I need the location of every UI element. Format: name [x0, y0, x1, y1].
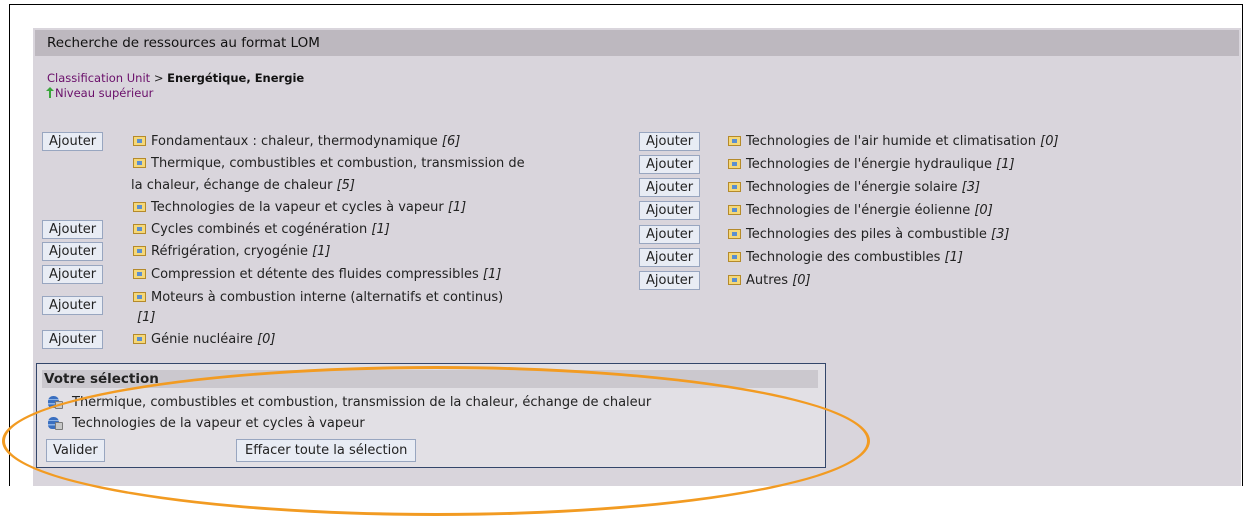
category-count: [1]	[482, 267, 502, 282]
category-compression[interactable]: Compression et détente des fluides compr…	[133, 264, 501, 285]
category-moteurs-count: [1]	[137, 307, 155, 328]
validate-button[interactable]: Valider	[46, 439, 105, 462]
category-label: Technologies des piles à combustible	[746, 227, 987, 242]
category-count: [3]	[991, 227, 1010, 242]
folder-icon	[728, 252, 741, 262]
category-label: Génie nucléaire	[151, 332, 253, 347]
category-count: [0]	[1040, 134, 1059, 149]
selection-box: Votre sélection Thermique, combustibles …	[36, 363, 826, 468]
category-count: [1]	[447, 200, 467, 215]
add-button-moteurs[interactable]: Ajouter	[42, 296, 104, 315]
category-count: [0]	[974, 203, 993, 218]
folder-icon	[728, 136, 741, 146]
category-label: Moteurs à combustion interne (alternatif…	[151, 290, 504, 305]
folder-icon	[133, 269, 146, 279]
category-label: Réfrigération, cryogénie	[151, 244, 308, 259]
up-arrow-icon	[46, 87, 54, 98]
category-refrigeration[interactable]: Réfrigération, cryogénie [1]	[133, 241, 331, 262]
resource-database-icon	[48, 417, 63, 430]
category-label: Technologies de la vapeur et cycles à va…	[151, 200, 444, 215]
breadcrumb-current: Energétique, Energie	[167, 71, 305, 85]
selection-item[interactable]: Technologies de la vapeur et cycles à va…	[48, 415, 365, 432]
folder-icon	[728, 205, 741, 215]
folder-icon	[133, 158, 146, 168]
selection-item[interactable]: Thermique, combustibles et combustion, t…	[48, 394, 651, 411]
folder-icon	[728, 275, 741, 285]
category-moteurs[interactable]: Moteurs à combustion interne (alternatif…	[133, 287, 503, 308]
add-button-cycles[interactable]: Ajouter	[42, 220, 104, 239]
add-button-autres[interactable]: Ajouter	[639, 271, 701, 290]
category-count: [1]	[944, 250, 963, 265]
folder-icon	[133, 202, 146, 212]
add-button-fondamentaux[interactable]: Ajouter	[42, 132, 104, 151]
category-vapeur[interactable]: Technologies de la vapeur et cycles à va…	[133, 197, 466, 218]
add-button-solaire[interactable]: Ajouter	[639, 178, 701, 197]
category-count: [1]	[371, 222, 390, 237]
category-label-line2: la chaleur, échange de chaleur	[131, 178, 333, 193]
category-thermique-line2[interactable]: la chaleur, échange de chaleur [5]	[131, 175, 355, 196]
category-hydraulique[interactable]: Technologies de l'énergie hydraulique [1…	[728, 154, 1015, 175]
panel-title: Recherche de ressources au format LOM	[35, 30, 1239, 56]
category-label: Compression et détente des fluides compr…	[151, 267, 479, 282]
category-solaire[interactable]: Technologies de l'énergie solaire [3]	[728, 177, 980, 198]
category-nucleaire[interactable]: Génie nucléaire [0]	[133, 329, 276, 350]
category-combustibles[interactable]: Technologie des combustibles [1]	[728, 247, 963, 268]
add-button-combustibles[interactable]: Ajouter	[639, 248, 701, 267]
clear-selection-button[interactable]: Effacer toute la sélection	[236, 439, 417, 462]
selection-item-label: Technologies de la vapeur et cycles à va…	[72, 416, 365, 431]
category-autres[interactable]: Autres [0]	[728, 270, 811, 291]
breadcrumb: Classification Unit > Energétique, Energ…	[47, 72, 304, 85]
add-button-air-humide[interactable]: Ajouter	[639, 132, 701, 151]
category-count: [0]	[792, 273, 811, 288]
folder-icon	[133, 246, 146, 256]
category-count: [6]	[441, 134, 461, 149]
parent-level-link[interactable]: Niveau supérieur	[46, 86, 154, 100]
category-label: Technologies de l'énergie solaire	[746, 180, 958, 195]
add-button-compression[interactable]: Ajouter	[42, 265, 104, 284]
folder-icon	[728, 229, 741, 239]
add-button-refrigeration[interactable]: Ajouter	[42, 242, 104, 261]
category-label: Fondamentaux : chaleur, thermodynamique	[151, 134, 438, 149]
folder-icon	[133, 224, 146, 234]
folder-icon	[133, 136, 146, 146]
selection-title: Votre sélection	[42, 370, 818, 388]
category-label-line1: Thermique, combustibles et combustion, t…	[151, 156, 525, 171]
category-label: Technologies de l'énergie éolienne	[746, 203, 971, 218]
breadcrumb-root-link[interactable]: Classification Unit	[47, 71, 150, 85]
folder-icon	[728, 182, 741, 192]
add-button-nucleaire[interactable]: Ajouter	[42, 330, 104, 349]
category-label: Autres	[746, 273, 789, 288]
category-count: [0]	[257, 332, 276, 347]
category-label: Technologie des combustibles	[746, 250, 941, 265]
folder-icon	[133, 334, 146, 344]
category-fondamentaux[interactable]: Fondamentaux : chaleur, thermodynamique …	[133, 131, 460, 152]
category-count: [1]	[312, 244, 331, 259]
category-air-humide[interactable]: Technologies de l'air humide et climatis…	[728, 131, 1059, 152]
breadcrumb-separator: >	[153, 71, 164, 85]
category-thermique[interactable]: Thermique, combustibles et combustion, t…	[133, 153, 525, 174]
add-button-eolienne[interactable]: Ajouter	[639, 201, 701, 220]
folder-icon	[133, 292, 146, 302]
category-count: [1]	[996, 157, 1015, 172]
add-button-hydraulique[interactable]: Ajouter	[639, 155, 701, 174]
category-count: [3]	[961, 180, 981, 195]
category-label: Technologies de l'air humide et climatis…	[746, 134, 1036, 149]
resource-database-icon	[48, 396, 63, 409]
category-cycles[interactable]: Cycles combinés et cogénération [1]	[133, 219, 390, 240]
selection-item-label: Thermique, combustibles et combustion, t…	[72, 395, 652, 410]
category-label: Technologies de l'énergie hydraulique	[746, 157, 993, 172]
add-button-piles[interactable]: Ajouter	[639, 225, 701, 244]
parent-level-label: Niveau supérieur	[55, 86, 154, 100]
category-count: [5]	[336, 178, 355, 193]
category-label: Cycles combinés et cogénération	[151, 222, 368, 237]
category-eolienne[interactable]: Technologies de l'énergie éolienne [0]	[728, 200, 993, 221]
category-count: [1]	[137, 310, 156, 325]
folder-icon	[728, 159, 741, 169]
category-piles[interactable]: Technologies des piles à combustible [3]	[728, 224, 1009, 245]
